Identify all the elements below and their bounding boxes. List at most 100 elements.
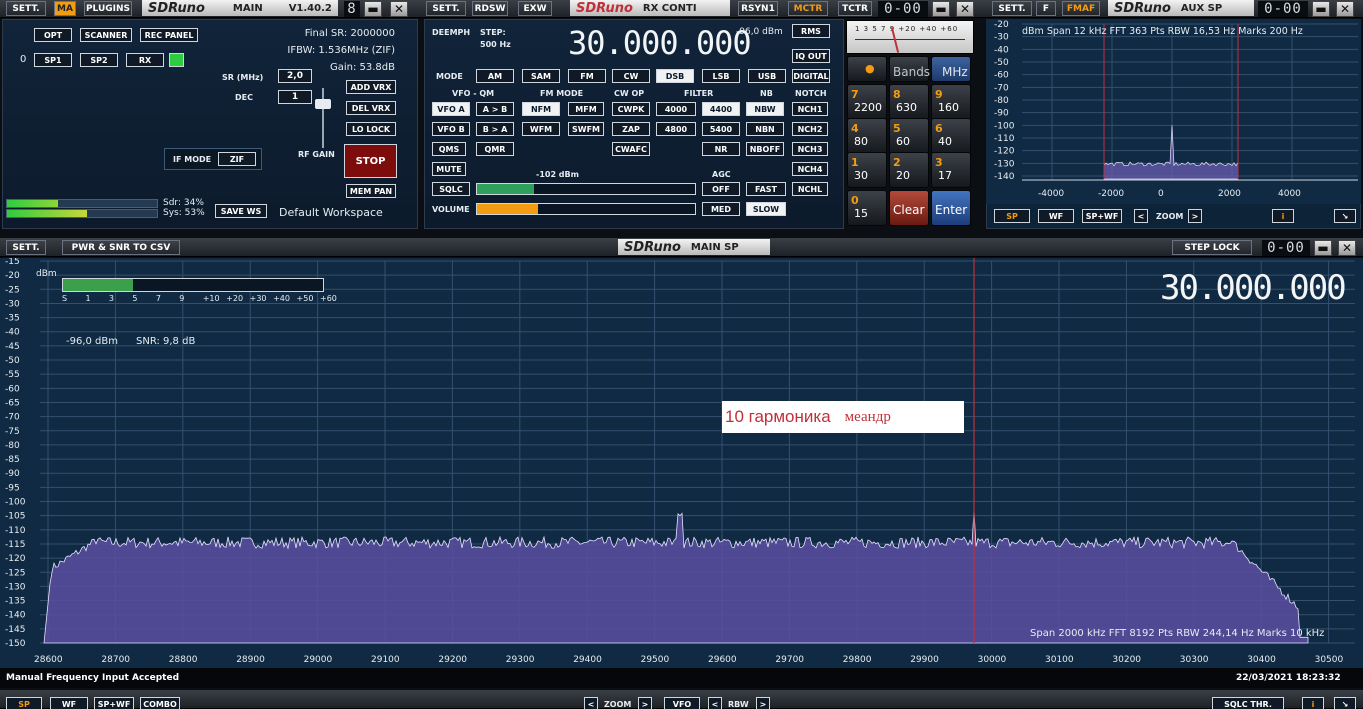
- mainsp-zoom-in-button[interactable]: >: [638, 697, 652, 709]
- rx-button[interactable]: RX: [126, 53, 164, 67]
- keypad-8-button[interactable]: 8 630: [889, 84, 929, 120]
- if-mode-select[interactable]: ZIF: [218, 152, 256, 166]
- combo-button[interactable]: COMBO: [140, 697, 180, 709]
- mainsp-zoom-out-button[interactable]: <: [584, 697, 598, 709]
- qmr-button[interactable]: QMR: [476, 142, 514, 156]
- cwpk-button[interactable]: CWPK: [612, 102, 650, 116]
- digital-button[interactable]: DIGITAL: [792, 69, 830, 83]
- agc-med-button[interactable]: MED: [702, 202, 740, 216]
- keypad-6-button[interactable]: 6 40: [931, 118, 971, 154]
- mainsp-close-button[interactable]: ✕: [1338, 240, 1356, 256]
- mainsp-resize-icon[interactable]: ↘: [1334, 697, 1356, 709]
- agc-off-button[interactable]: OFF: [702, 182, 740, 196]
- rec-panel-button[interactable]: REC PANEL: [140, 28, 198, 42]
- mode-sam-button[interactable]: SAM: [522, 69, 560, 83]
- nchl-button[interactable]: NCHL: [792, 182, 828, 196]
- main-minimize-button[interactable]: ▬: [364, 1, 382, 17]
- sp1-button[interactable]: SP1: [34, 53, 72, 67]
- rbw-down-button[interactable]: <: [708, 697, 722, 709]
- aux-info-button[interactable]: i: [1272, 209, 1294, 223]
- sqlc-button[interactable]: SQLC: [432, 182, 470, 196]
- nbw-button[interactable]: NBW: [746, 102, 784, 116]
- mode-dsb-button[interactable]: DSB: [656, 69, 694, 83]
- wfm-button[interactable]: WFM: [522, 122, 560, 136]
- step-lock-button[interactable]: STEP LOCK: [1172, 240, 1252, 255]
- stop-button[interactable]: STOP: [344, 144, 397, 178]
- scanner-button[interactable]: SCANNER: [80, 28, 132, 42]
- iq-out-button[interactable]: IQ OUT: [792, 49, 830, 63]
- volume-slider[interactable]: [476, 203, 696, 215]
- keypad-4-button[interactable]: 4 80: [847, 118, 887, 154]
- mfm-button[interactable]: MFM: [568, 102, 604, 116]
- mode-lsb-button[interactable]: LSB: [702, 69, 740, 83]
- nch3-button[interactable]: NCH3: [792, 142, 828, 156]
- dec-input[interactable]: 1: [278, 90, 312, 104]
- filter-4800-button[interactable]: 4800: [656, 122, 696, 136]
- main-settings-button[interactable]: SETT.: [6, 1, 46, 16]
- nch4-button[interactable]: NCH4: [792, 162, 828, 176]
- rf-gain-slider[interactable]: [322, 88, 324, 148]
- rbw-up-button[interactable]: >: [756, 697, 770, 709]
- nbn-button[interactable]: NBN: [746, 122, 784, 136]
- vfo-button[interactable]: VFO: [664, 697, 700, 709]
- sqlc-slider[interactable]: [476, 183, 696, 195]
- aux-resize-icon[interactable]: ↘: [1334, 209, 1356, 223]
- keypad-1-button[interactable]: 1 30: [847, 152, 887, 188]
- aux-zoom-out-button[interactable]: <: [1134, 209, 1148, 223]
- rdsw-button[interactable]: RDSW: [472, 1, 508, 16]
- aux-wf-button[interactable]: WF: [1038, 209, 1074, 223]
- filter-5400-button[interactable]: 5400: [702, 122, 740, 136]
- sp2-button[interactable]: SP2: [80, 53, 118, 67]
- keypad-3-button[interactable]: 3 17: [931, 152, 971, 188]
- keypad-0-button[interactable]: 0 15: [847, 190, 887, 226]
- rf-gain-slider-handle[interactable]: [315, 99, 331, 109]
- keypad-7-button[interactable]: 7 2200: [847, 84, 887, 120]
- rx-settings-button[interactable]: SETT.: [426, 1, 466, 16]
- pwr-snr-csv-button[interactable]: PWR & SNR TO CSV: [62, 240, 180, 255]
- cwafc-button[interactable]: CWAFC: [612, 142, 650, 156]
- aux-minimize-button[interactable]: ▬: [1312, 1, 1330, 17]
- vfo-a-button[interactable]: VFO A: [432, 102, 470, 116]
- mhz-button[interactable]: MHz: [931, 56, 971, 82]
- rms-button[interactable]: RMS: [792, 24, 830, 38]
- plugins-button[interactable]: PLUGINS: [84, 1, 132, 16]
- zap-button[interactable]: ZAP: [612, 122, 650, 136]
- fmaf-button[interactable]: FMAF: [1062, 1, 1100, 16]
- ma-button[interactable]: MA: [54, 1, 76, 16]
- nr-button[interactable]: NR: [702, 142, 740, 156]
- swfm-button[interactable]: SWFM: [568, 122, 604, 136]
- nboff-button[interactable]: NBOFF: [746, 142, 784, 156]
- aux-settings-button[interactable]: SETT.: [992, 1, 1032, 16]
- aux-sp-button[interactable]: SP: [994, 209, 1030, 223]
- aux-spectrum-plot[interactable]: -20 -30 -40 -50 -60 -70 -80 -90 -100 -110 -120 -130…: [986, 19, 1361, 204]
- mode-cw-button[interactable]: CW: [612, 69, 650, 83]
- lo-lock-button[interactable]: LO LOCK: [346, 122, 396, 136]
- mainsp-wf-button[interactable]: WF: [50, 697, 88, 709]
- main-close-button[interactable]: ✕: [390, 1, 408, 17]
- enter-button[interactable]: Enter: [931, 190, 971, 226]
- band-dot-button[interactable]: ●: [847, 56, 887, 82]
- aux-close-button[interactable]: ✕: [1336, 1, 1354, 17]
- bands-button[interactable]: Bands: [889, 56, 930, 82]
- sqlc-thr-button[interactable]: SQLC THR.: [1212, 697, 1284, 709]
- aux-zoom-in-button[interactable]: >: [1188, 209, 1202, 223]
- mute-button[interactable]: MUTE: [432, 162, 466, 176]
- qms-button[interactable]: QMS: [432, 142, 466, 156]
- rx-frequency-display[interactable]: 30.000.000: [568, 24, 752, 62]
- mode-fm-button[interactable]: FM: [568, 69, 606, 83]
- add-vrx-button[interactable]: ADD VRX: [346, 80, 396, 94]
- mainsp-frequency-display[interactable]: 30.000.000: [1160, 268, 1347, 308]
- mem-pan-button[interactable]: MEM PAN: [346, 184, 396, 198]
- mctr-button[interactable]: MCTR: [788, 1, 828, 16]
- keypad-2-button[interactable]: 2 20: [889, 152, 929, 188]
- aux-spwf-button[interactable]: SP+WF: [1082, 209, 1122, 223]
- main-spectrum-plot[interactable]: -15 -20 -25 -30 -35 -40 -45 -50 -55 -60 -65 -70 -75 -…: [0, 258, 1363, 668]
- nch2-button[interactable]: NCH2: [792, 122, 828, 136]
- save-ws-button[interactable]: SAVE WS: [215, 204, 267, 218]
- mode-am-button[interactable]: AM: [476, 69, 514, 83]
- b-to-a-button[interactable]: B > A: [476, 122, 514, 136]
- clear-button[interactable]: Clear: [889, 190, 929, 226]
- a-to-b-button[interactable]: A > B: [476, 102, 514, 116]
- mainsp-minimize-button[interactable]: ▬: [1314, 240, 1332, 256]
- mainsp-settings-button[interactable]: SETT.: [6, 240, 46, 255]
